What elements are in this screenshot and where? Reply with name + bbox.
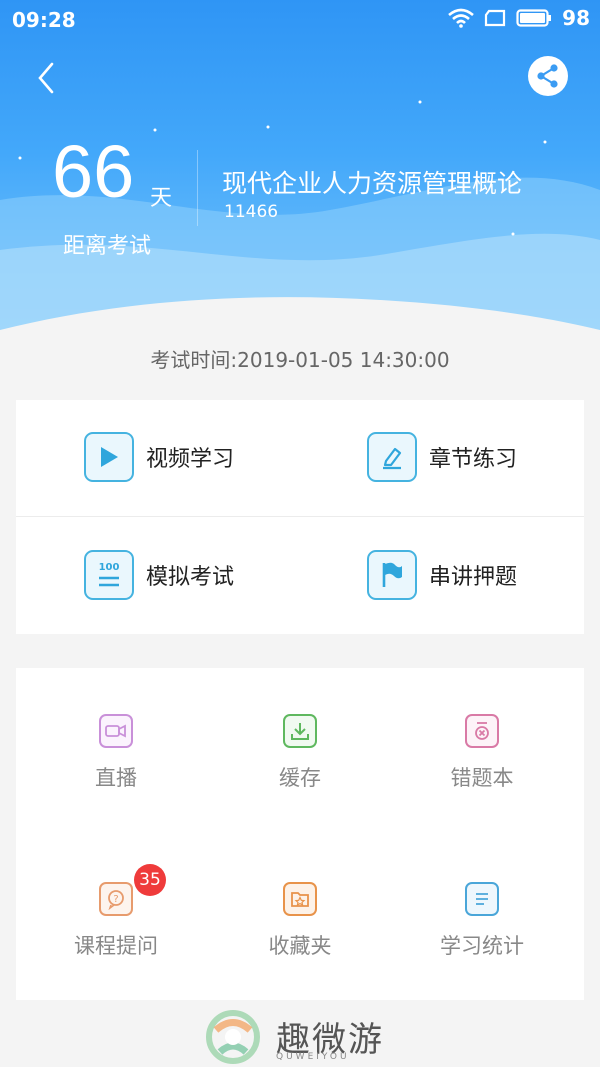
countdown-label: 距离考试 [63, 234, 152, 259]
video-camera-icon [99, 714, 133, 748]
tool-label: 课程提问 [74, 934, 158, 958]
exam-time: 考试时间:2019-01-05 14:30:00 [150, 348, 450, 372]
feature-divider [16, 516, 584, 517]
battery-icon [516, 9, 552, 27]
exam-paper-icon: 100 [84, 550, 134, 600]
feature-label: 章节练习 [429, 447, 518, 472]
tool-label: 学习统计 [440, 934, 524, 958]
cache-button[interactable]: 缓存 [210, 714, 390, 792]
question-count-badge: 35 [134, 864, 166, 896]
question-bubble-icon: ? [99, 882, 133, 916]
pencil-icon [367, 432, 417, 482]
battery-level: 98 [562, 6, 590, 30]
course-code: 11466 [224, 202, 279, 222]
play-icon [84, 432, 134, 482]
live-button[interactable]: 直播 [26, 714, 206, 792]
svg-text:?: ? [113, 894, 118, 905]
share-icon [537, 64, 558, 88]
download-icon [283, 714, 317, 748]
tool-label: 收藏夹 [268, 934, 332, 958]
chevron-left-icon [38, 62, 54, 94]
wrong-book-button[interactable]: 错题本 [392, 714, 572, 792]
course-title: 现代企业人力资源管理概论 [222, 169, 523, 198]
tools-card: 直播 缓存 错题本 ? 课程提问 收藏夹 学习统计 [16, 668, 584, 1000]
feature-label: 视频学习 [146, 447, 235, 472]
sim-card-icon [485, 9, 506, 27]
course-question-button[interactable]: ? 课程提问 [26, 882, 206, 960]
tool-label: 缓存 [279, 766, 321, 790]
statistics-icon [465, 882, 499, 916]
favorite-folder-icon [283, 882, 317, 916]
mock-exam-button[interactable]: 100 模拟考试 [84, 550, 234, 600]
flag-icon [367, 550, 417, 600]
svg-text:100: 100 [99, 562, 120, 573]
days-unit: 天 [150, 186, 173, 211]
header-divider [197, 150, 198, 226]
feature-card: 视频学习 章节练习 100 模拟考试 串讲押题 [16, 400, 584, 634]
wrong-book-icon [465, 714, 499, 748]
tool-label: 错题本 [450, 766, 514, 790]
share-button[interactable] [528, 56, 568, 96]
chapter-practice-button[interactable]: 章节练习 [367, 432, 517, 482]
status-time: 09:28 [12, 8, 76, 32]
days-remaining: 66 [52, 130, 135, 213]
lecture-predict-button[interactable]: 串讲押题 [367, 550, 517, 600]
status-bar: 09:28 98 [0, 0, 600, 38]
watermark-logo: 趣微游 QUWEIYOU [206, 1008, 396, 1064]
tool-label: 直播 [95, 766, 137, 790]
quweiyou-logo-icon [206, 1010, 260, 1064]
wifi-icon [448, 8, 474, 28]
watermark-sub: QUWEIYOU [276, 1052, 350, 1062]
video-study-button[interactable]: 视频学习 [84, 432, 234, 482]
feature-label: 串讲押题 [429, 565, 518, 590]
feature-label: 模拟考试 [146, 565, 235, 590]
favorites-button[interactable]: 收藏夹 [210, 882, 390, 960]
back-button[interactable] [28, 58, 68, 98]
study-stats-button[interactable]: 学习统计 [392, 882, 572, 960]
